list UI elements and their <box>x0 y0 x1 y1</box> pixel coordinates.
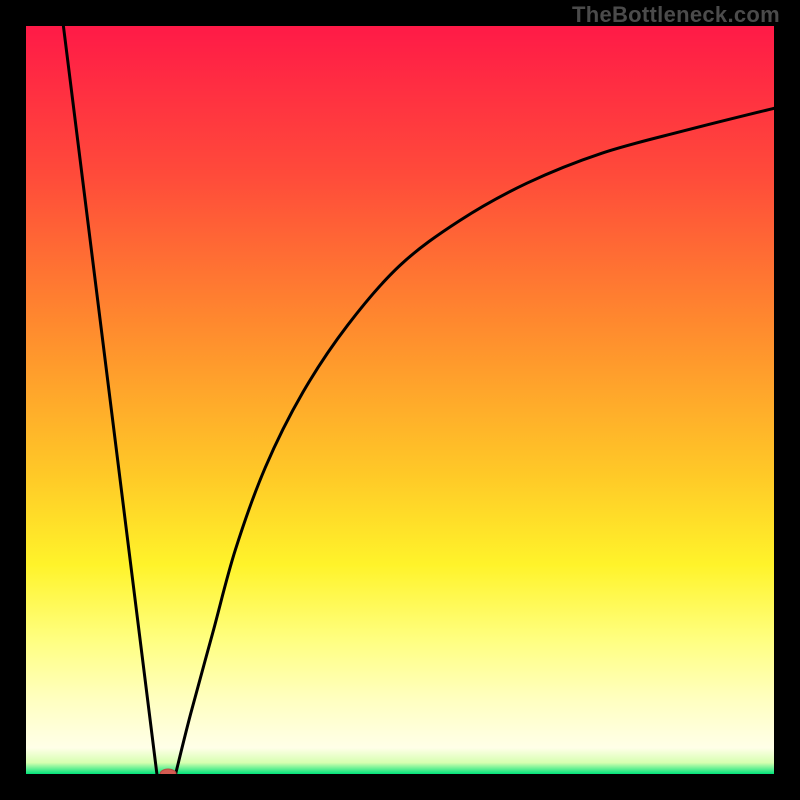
chart-svg <box>26 26 774 774</box>
gradient-background <box>26 26 774 774</box>
plot-area <box>26 26 774 774</box>
watermark-text: TheBottleneck.com <box>572 2 780 28</box>
chart-frame: TheBottleneck.com <box>0 0 800 800</box>
